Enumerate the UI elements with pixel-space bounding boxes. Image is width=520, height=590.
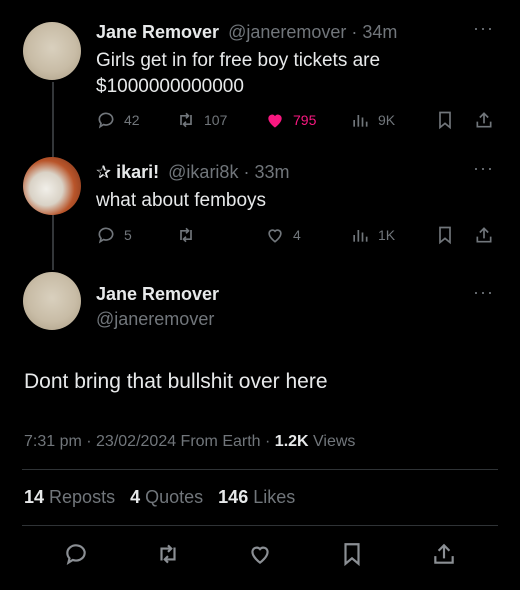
reposts-label: Reposts xyxy=(44,487,116,507)
tweet-meta: 7:31 pm · 23/02/2024 From Earth · 1.2K V… xyxy=(24,433,355,451)
more-icon[interactable]: ··· xyxy=(473,282,494,303)
thread-line xyxy=(52,82,54,158)
tweet-header: Jane Remover @janeremover · 34m xyxy=(96,22,397,43)
quotes-stat[interactable]: 4 Quotes xyxy=(130,487,203,507)
divider xyxy=(22,525,498,526)
views-count: 1.2K xyxy=(274,433,309,450)
tweet-header: ✰ ikari! @ikari8k · 33m xyxy=(96,162,289,183)
divider xyxy=(22,469,498,470)
bookmark-button[interactable] xyxy=(435,225,463,245)
reply-button[interactable] xyxy=(63,541,97,567)
tweet-text: Dont bring that bullshit over here xyxy=(24,370,328,393)
views-button[interactable]: 9K xyxy=(350,110,395,130)
repost-icon xyxy=(176,110,204,130)
reply-icon xyxy=(96,225,124,245)
heart-icon xyxy=(265,225,293,245)
share-button[interactable] xyxy=(474,110,502,130)
share-icon xyxy=(474,225,502,245)
likes-label: Likes xyxy=(248,487,296,507)
tweet-text: what about femboys xyxy=(96,190,267,211)
author-handle[interactable]: @janeremover xyxy=(96,309,214,330)
author-meta: @janeremover · 34m xyxy=(228,22,398,42)
reply-button[interactable]: 42 xyxy=(96,110,140,130)
share-button[interactable] xyxy=(474,225,502,245)
views-count: 1K xyxy=(378,227,396,243)
views-icon xyxy=(350,110,378,130)
repost-count: 107 xyxy=(204,112,228,128)
repost-icon xyxy=(176,225,204,245)
bookmark-icon xyxy=(339,541,373,567)
author-name[interactable]: ikari! xyxy=(116,162,159,182)
bookmark-icon xyxy=(435,225,463,245)
repost-icon xyxy=(155,541,189,567)
more-icon[interactable]: ··· xyxy=(473,18,494,39)
bookmark-button[interactable] xyxy=(435,110,463,130)
repost-button[interactable]: 107 xyxy=(176,110,227,130)
thread-line xyxy=(52,212,54,270)
timestamp[interactable]: 7:31 pm · 23/02/2024 From Earth · xyxy=(24,433,275,450)
reply-button[interactable]: 5 xyxy=(96,225,132,245)
views-count: 9K xyxy=(378,112,396,128)
tweet-text-line: Girls get in for free boy tickets are xyxy=(96,50,381,71)
heart-icon xyxy=(247,541,281,567)
views-label: Views xyxy=(308,433,356,450)
tweet-text: Girls get in for free boy tickets are $1… xyxy=(96,48,380,100)
repost-button[interactable] xyxy=(155,541,189,567)
heart-icon xyxy=(265,110,293,130)
reply-icon xyxy=(63,541,97,567)
reply-icon xyxy=(96,110,124,130)
like-button[interactable] xyxy=(247,541,281,567)
author-name[interactable]: Jane Remover xyxy=(96,284,219,305)
bookmark-icon xyxy=(435,110,463,130)
author-meta: @ikari8k · 33m xyxy=(168,162,290,182)
bookmark-button[interactable] xyxy=(339,541,373,567)
reposts-count: 14 xyxy=(24,487,45,507)
reposts-stat[interactable]: 14 Reposts xyxy=(24,487,115,507)
repost-button[interactable] xyxy=(176,225,204,245)
views-icon xyxy=(350,225,378,245)
share-icon xyxy=(431,541,465,567)
like-count: 4 xyxy=(293,227,301,243)
avatar[interactable] xyxy=(23,272,81,330)
like-count: 795 xyxy=(293,112,317,128)
star-icon: ✰ xyxy=(96,162,112,182)
reply-count: 42 xyxy=(124,112,140,128)
like-button[interactable]: 4 xyxy=(265,225,301,245)
quotes-count: 4 xyxy=(130,487,141,507)
share-icon xyxy=(474,110,502,130)
like-button[interactable]: 795 xyxy=(265,110,316,130)
avatar[interactable] xyxy=(23,22,81,80)
reply-count: 5 xyxy=(124,227,132,243)
more-icon[interactable]: ··· xyxy=(473,158,494,179)
avatar[interactable] xyxy=(23,157,81,215)
author-name[interactable]: Jane Remover xyxy=(96,22,219,42)
likes-count: 146 xyxy=(218,487,249,507)
share-button[interactable] xyxy=(431,541,465,567)
quotes-label: Quotes xyxy=(140,487,204,507)
tweet-text-line: $1000000000000 xyxy=(96,76,244,97)
likes-stat[interactable]: 146 Likes xyxy=(218,487,295,507)
views-button[interactable]: 1K xyxy=(350,225,395,245)
engagement-stats: 14 Reposts 4 Quotes 146 Likes xyxy=(24,487,295,508)
